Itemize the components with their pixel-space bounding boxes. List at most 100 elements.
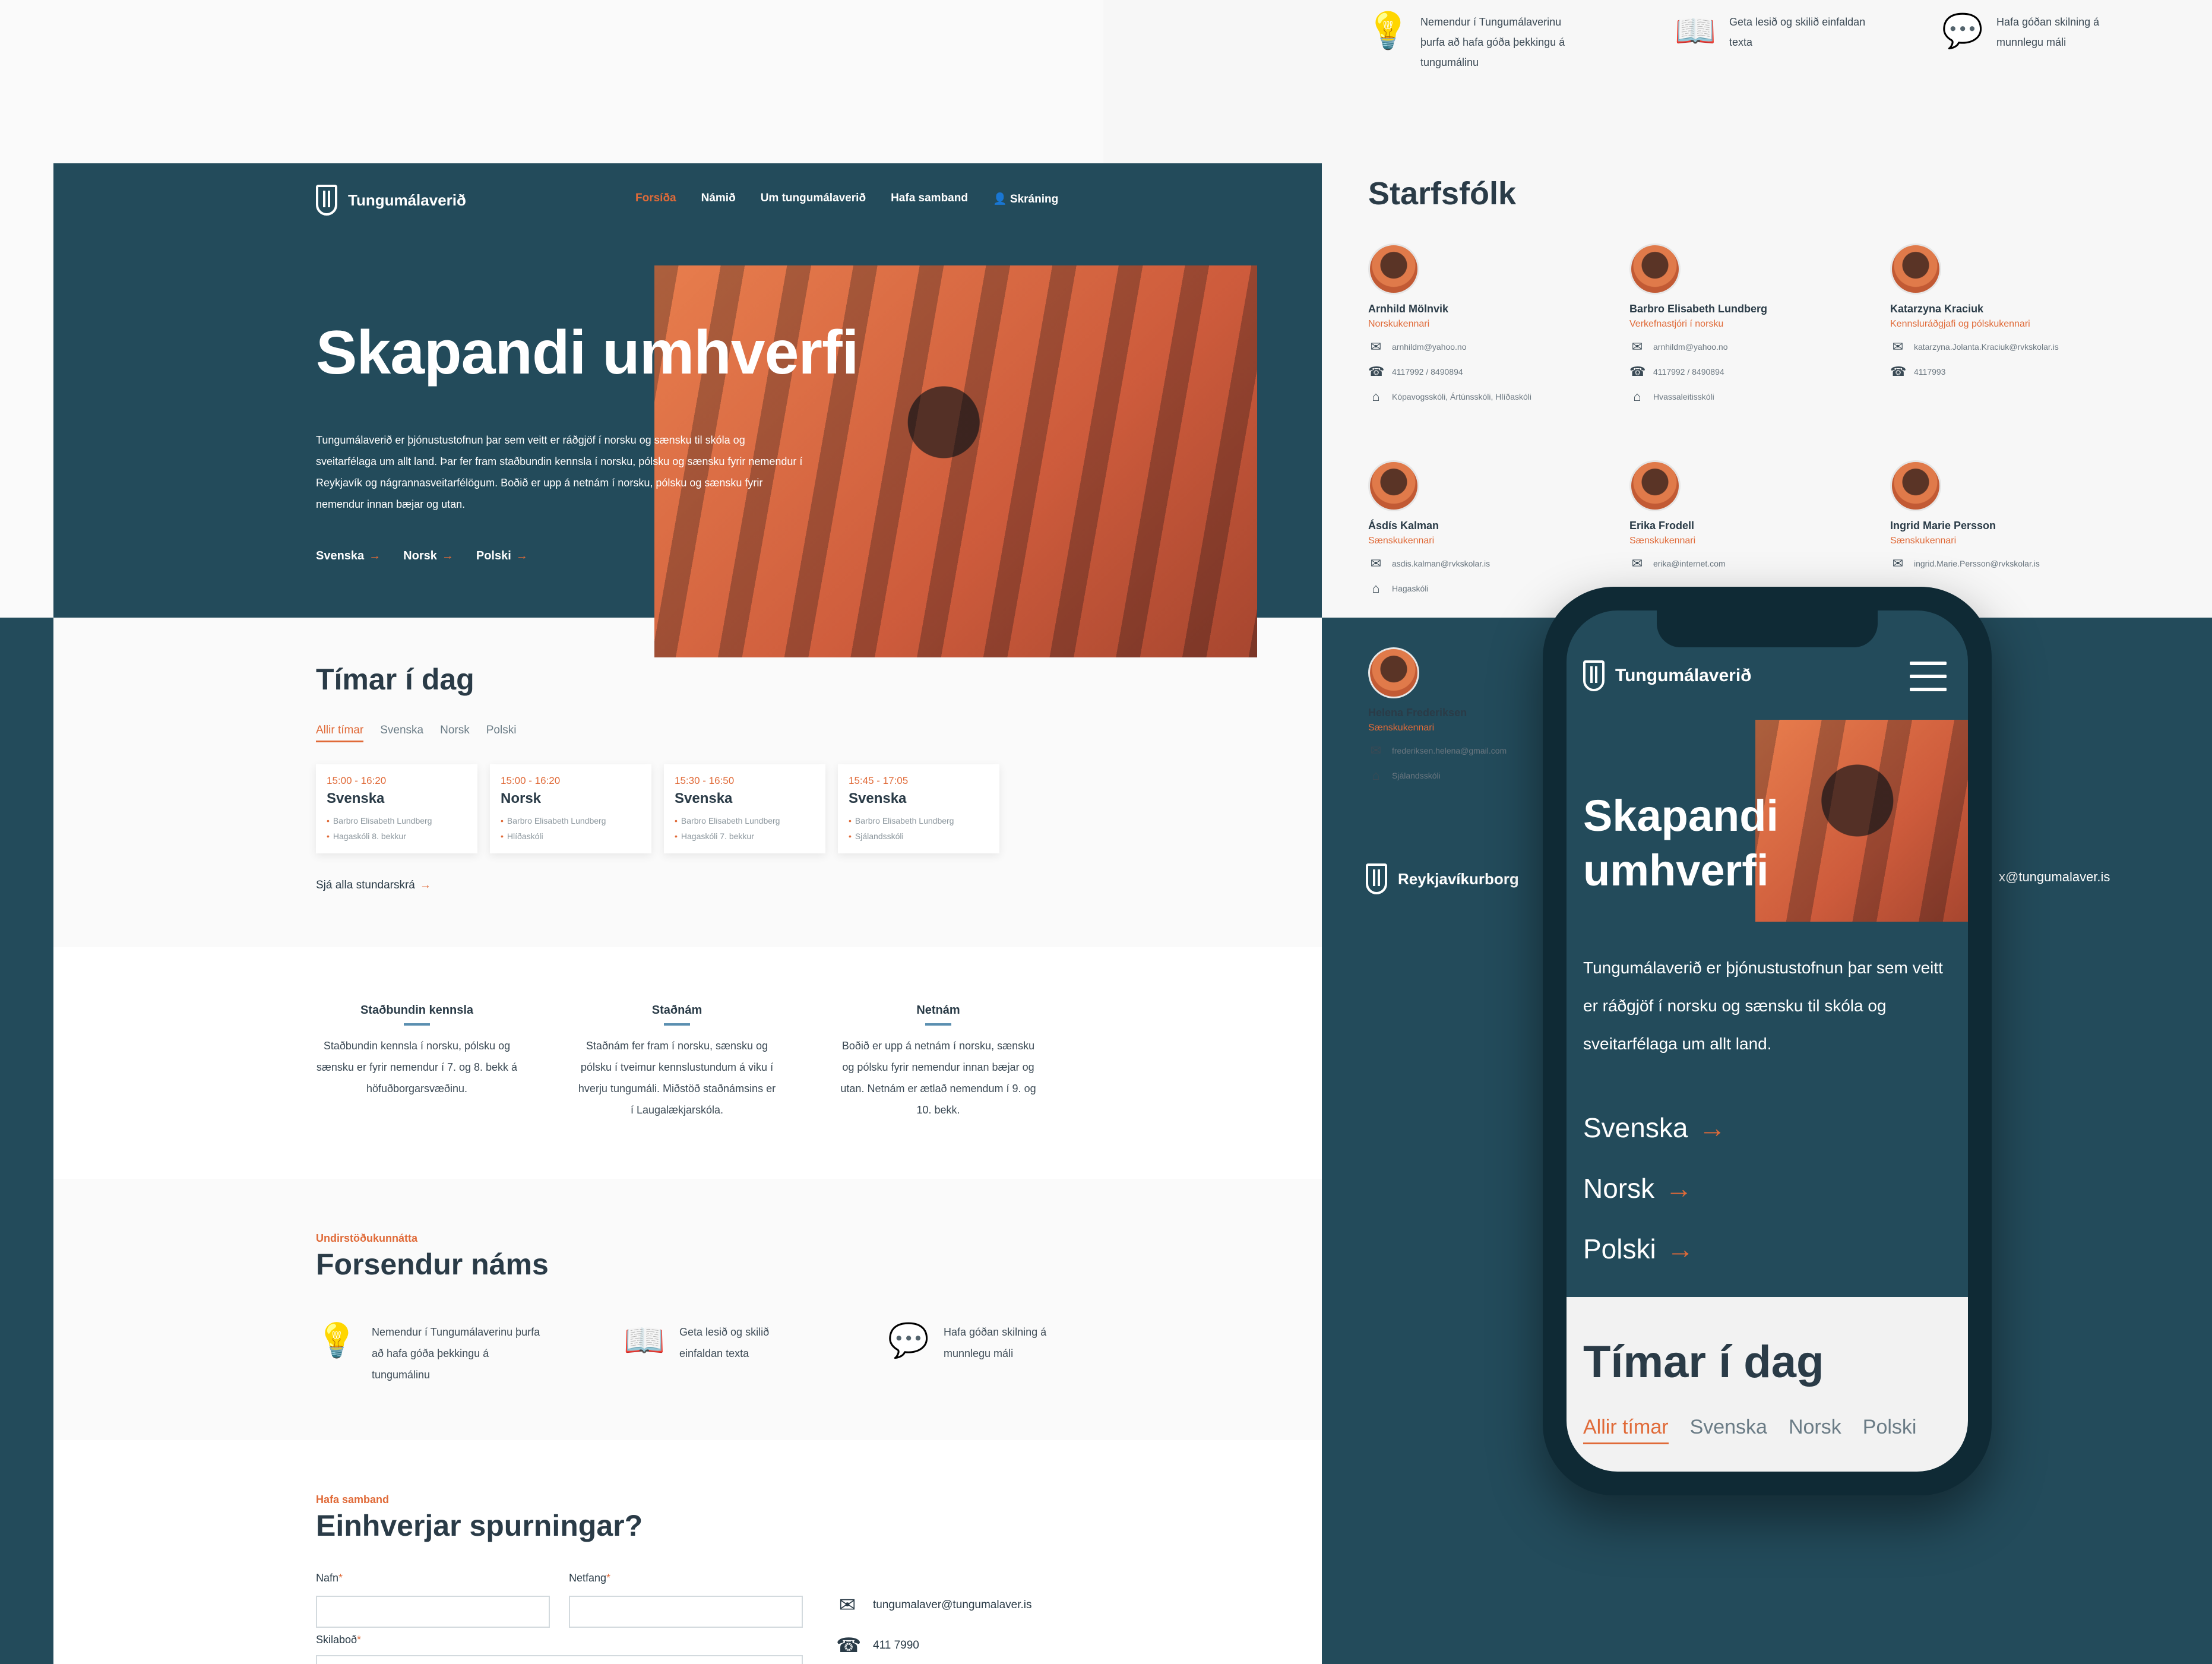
staff-phone-row: ☎ 4117993 bbox=[1890, 364, 2157, 379]
name-input[interactable] bbox=[316, 1596, 550, 1628]
book-icon: 📖 bbox=[1675, 12, 1716, 49]
arrow-right-icon: → bbox=[515, 549, 528, 562]
class-place: Hagaskóli 8. bekkur bbox=[333, 831, 406, 841]
staff-email-row[interactable]: ✉ arnhildm@yahoo.no bbox=[1629, 339, 1867, 355]
mobile-tab-norsk[interactable]: Norsk bbox=[1789, 1416, 1841, 1444]
mobile-hero-photo bbox=[1755, 720, 1968, 922]
tab-polski[interactable]: Polski bbox=[486, 724, 517, 742]
staff-email[interactable]: arnhildm@yahoo.no bbox=[1392, 342, 1467, 352]
hero-language-links: Svenska → Norsk → Polski → bbox=[316, 549, 528, 563]
link-label: Svenska bbox=[316, 549, 365, 562]
name-label: Nafn* bbox=[316, 1572, 343, 1584]
mobile-link-polski[interactable]: Polski → bbox=[1583, 1219, 1726, 1279]
nav-item-register[interactable]: 👤 Skráning bbox=[993, 192, 1058, 206]
staff-card: Arnhild Mölnvik Norskukennari ✉ arnhildm@… bbox=[1368, 243, 1606, 404]
link-norsk[interactable]: Norsk → bbox=[403, 549, 454, 563]
link-label: Polski bbox=[476, 549, 511, 562]
phone-notch bbox=[1657, 610, 1878, 647]
staff-card: Katarzyna Kraciuk Kennsluráðgjafi og pól… bbox=[1890, 243, 2157, 379]
message-label-text: Skilaboð bbox=[316, 1634, 357, 1646]
mode-onsite: Staðnám Staðnám fer fram í norsku, sænsk… bbox=[576, 1004, 778, 1121]
class-time: 15:45 - 17:05 bbox=[849, 775, 909, 786]
strip-prereq-1: 💡 Nemendur í Tungumálaverinu þurfa að ha… bbox=[1366, 12, 1587, 72]
mobile-today-section: Tímar í dag Allir tímar Svenska Norsk Po… bbox=[1567, 1297, 1968, 1472]
avatar bbox=[1890, 460, 1941, 511]
chat-icon: 💬 bbox=[1942, 12, 1983, 49]
mail-icon: ✉ bbox=[1892, 556, 1904, 571]
staff-card: Ingrid Marie Persson Sænskukennari ✉ ingr… bbox=[1890, 460, 2157, 571]
tab-svenska[interactable]: Svenska bbox=[380, 724, 423, 742]
mobile-logo[interactable]: Tungumálaverið bbox=[1583, 660, 1751, 691]
contact-email-text[interactable]: tungumalaver@tungumalaver.is bbox=[873, 1599, 1031, 1612]
brand-logo[interactable]: Tungumálaverið bbox=[316, 185, 466, 216]
staff-email-row[interactable]: ✉ ingrid.Marie.Persson@rvkskolar.is bbox=[1890, 556, 2157, 571]
class-teacher: Barbro Elisabeth Lundberg bbox=[855, 816, 954, 825]
nav-item-study[interactable]: Námið bbox=[701, 192, 736, 206]
footer-logo[interactable]: Reykjavíkurborg bbox=[1366, 863, 1519, 894]
mail-icon: ✉ bbox=[1631, 556, 1643, 571]
contact-email[interactable]: ✉ tungumalaver@tungumalaver.is bbox=[836, 1593, 1032, 1617]
prereq-item: 📖 Geta lesið og skilið einfaldan texta bbox=[624, 1321, 920, 1364]
footer-email[interactable]: x@tungumalaver.is bbox=[1999, 869, 2110, 885]
class-card[interactable]: 15:45 - 17:05 Svenska • Barbro Elisabeth … bbox=[838, 764, 999, 853]
nav-item-home[interactable]: Forsíða bbox=[635, 192, 676, 206]
class-place: Hagaskóli 7. bekkur bbox=[681, 831, 754, 841]
see-all-label: Sjá alla stundarskrá bbox=[316, 879, 415, 891]
class-card[interactable]: 15:00 - 16:20 Norsk • Barbro Elisabeth Lu… bbox=[490, 764, 651, 853]
mail-icon: ✉ bbox=[838, 1594, 856, 1616]
class-card[interactable]: 15:00 - 16:20 Svenska • Barbro Elisabeth … bbox=[316, 764, 477, 853]
name-label-text: Nafn bbox=[316, 1572, 339, 1584]
lightbulb-icon: 💡 bbox=[1366, 11, 1410, 50]
tab-norsk[interactable]: Norsk bbox=[440, 724, 470, 742]
mobile-tab-svenska[interactable]: Svenska bbox=[1690, 1416, 1767, 1444]
class-meta: • Barbro Elisabeth Lundberg • Hagaskóli 7. … bbox=[675, 816, 780, 841]
staff-email-row[interactable]: ✉ asdis.kalman@rvkskolar.is bbox=[1368, 556, 1606, 571]
link-svenska[interactable]: Svenska → bbox=[316, 549, 381, 563]
email-input[interactable] bbox=[569, 1596, 803, 1628]
shield-icon bbox=[316, 185, 337, 216]
user-icon: 👤 bbox=[992, 193, 1007, 205]
see-all-link[interactable]: Sjá alla stundarskrá → bbox=[316, 879, 431, 892]
nav-item-register-label: Skráning bbox=[1010, 193, 1059, 205]
nav-item-contact[interactable]: Hafa samband bbox=[891, 192, 968, 206]
tab-all[interactable]: Allir tímar bbox=[316, 724, 364, 742]
contact-title: Einhverjar spurningar? bbox=[316, 1509, 643, 1542]
mobile-link-svenska[interactable]: Svenska → bbox=[1583, 1097, 1726, 1158]
staff-email[interactable]: ingrid.Marie.Persson@rvkskolar.is bbox=[1914, 559, 2040, 568]
staff-email-row[interactable]: ✉ erika@internet.com bbox=[1629, 556, 1867, 571]
mail-icon: ✉ bbox=[1892, 339, 1904, 354]
staff-email[interactable]: katarzyna.Jolanta.Kraciuk@rvkskolar.is bbox=[1914, 342, 2059, 352]
staff-email[interactable]: asdis.kalman@rvkskolar.is bbox=[1392, 559, 1490, 568]
required-mark: * bbox=[338, 1572, 343, 1584]
prereq-item: 💡 Nemendur í Tungumálaverinu þurfa að ha… bbox=[316, 1321, 613, 1385]
mail-icon: ✉ bbox=[1631, 339, 1643, 354]
mode-title: Staðbundin kennsla bbox=[360, 1004, 474, 1017]
class-language: Norsk bbox=[501, 790, 542, 806]
staff-email[interactable]: frederiksen.helena@gmail.com bbox=[1392, 746, 1507, 755]
class-time: 15:00 - 16:20 bbox=[501, 775, 561, 786]
mobile-tab-all[interactable]: Allir tímar bbox=[1583, 1416, 1669, 1444]
staff-email[interactable]: arnhildm@yahoo.no bbox=[1653, 342, 1728, 352]
desktop-page: Tungumálaverið Forsíða Námið Um tungumál… bbox=[53, 163, 1322, 1664]
staff-email-row[interactable]: ✉ arnhildm@yahoo.no bbox=[1368, 339, 1606, 355]
mail-icon: ✉ bbox=[1370, 556, 1382, 571]
avatar bbox=[1368, 460, 1419, 511]
staff-name: Arnhild Mölnvik bbox=[1368, 303, 1448, 315]
nav-item-about[interactable]: Um tungumálaverið bbox=[761, 192, 866, 206]
staff-email-row[interactable]: ✉ katarzyna.Jolanta.Kraciuk@rvkskolar.is bbox=[1890, 339, 2157, 355]
mobile-tab-polski[interactable]: Polski bbox=[1863, 1416, 1917, 1444]
staff-name: Katarzyna Kraciuk bbox=[1890, 303, 1984, 315]
class-card[interactable]: 15:30 - 16:50 Svenska • Barbro Elisabeth … bbox=[664, 764, 825, 853]
staff-name: Erika Frodell bbox=[1629, 520, 1695, 532]
mobile-link-norsk[interactable]: Norsk → bbox=[1583, 1158, 1726, 1219]
staff-email[interactable]: erika@internet.com bbox=[1653, 559, 1726, 568]
mobile-today-title: Tímar í dag bbox=[1583, 1337, 1824, 1387]
message-input[interactable] bbox=[316, 1655, 803, 1664]
menu-icon[interactable] bbox=[1910, 662, 1947, 701]
link-label: Svenska bbox=[1583, 1112, 1688, 1143]
contact-phone-text: 411 7990 bbox=[873, 1639, 919, 1652]
link-polski[interactable]: Polski → bbox=[476, 549, 528, 563]
mobile-brand-name: Tungumálaverið bbox=[1615, 666, 1752, 685]
class-time: 15:00 - 16:20 bbox=[327, 775, 387, 786]
class-meta: • Barbro Elisabeth Lundberg • Sjálandsskóli bbox=[849, 816, 954, 841]
